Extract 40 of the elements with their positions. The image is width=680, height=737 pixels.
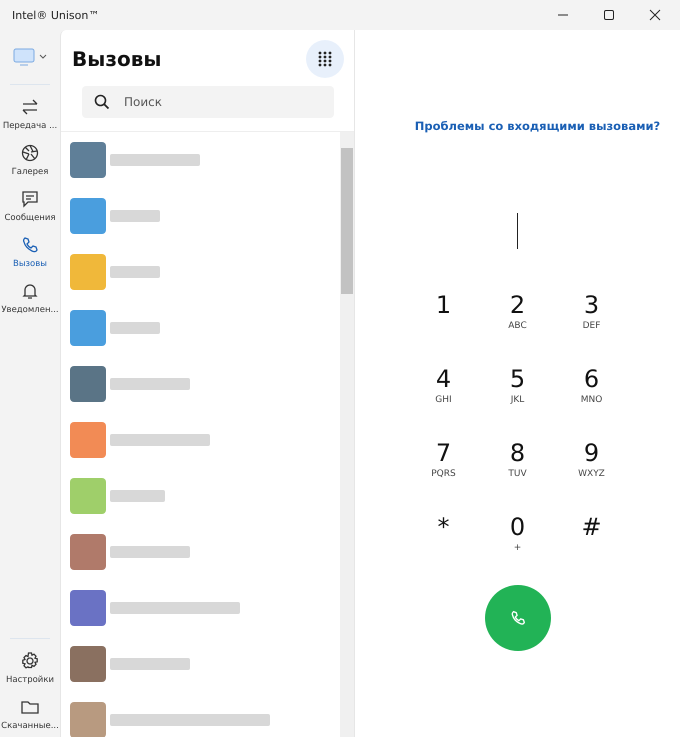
dial-key[interactable]: 3 DEF bbox=[554, 291, 628, 349]
chat-icon[interactable] bbox=[20, 189, 40, 209]
caret-icon[interactable] bbox=[39, 54, 47, 60]
blurred-name bbox=[110, 490, 165, 502]
text-cursor bbox=[517, 213, 518, 249]
phone-icon[interactable] bbox=[20, 235, 40, 255]
dial-key[interactable]: * bbox=[406, 513, 480, 571]
aperture-icon[interactable] bbox=[20, 143, 40, 163]
close-icon[interactable] bbox=[649, 9, 661, 21]
dial-key[interactable]: 6 MNO bbox=[554, 365, 628, 423]
dial-key[interactable]: 0 + bbox=[480, 513, 554, 571]
dial-key[interactable]: 5 JKL bbox=[480, 365, 554, 423]
blurred-name bbox=[110, 210, 160, 222]
dial-key[interactable]: 9 WXYZ bbox=[554, 439, 628, 497]
search-field[interactable]: Поиск bbox=[82, 86, 334, 118]
dialpad-button[interactable] bbox=[306, 40, 344, 78]
nav-item[interactable]: Сообщения bbox=[0, 183, 60, 229]
settings-icon[interactable] bbox=[20, 651, 40, 671]
nav-item[interactable]: Передача ... bbox=[0, 91, 60, 137]
nav-item[interactable]: Вызовы bbox=[0, 229, 60, 275]
dial-key[interactable]: 8 TUV bbox=[480, 439, 554, 497]
nav-item[interactable]: Настройки bbox=[0, 645, 60, 691]
window-title: Intel® Unison™ bbox=[12, 8, 100, 22]
dial-key[interactable]: 7 PQRS bbox=[406, 439, 480, 497]
dial-key[interactable]: 1 bbox=[406, 291, 480, 349]
help-link[interactable]: Проблемы со входящими вызовами? bbox=[414, 119, 660, 133]
nav-item[interactable]: Галерея bbox=[0, 137, 60, 183]
scrollbar[interactable] bbox=[340, 132, 354, 737]
dial-key[interactable]: 2 ABC bbox=[480, 291, 554, 349]
maximize-icon[interactable] bbox=[603, 9, 615, 21]
dialpad-icon bbox=[318, 51, 332, 67]
phone-icon bbox=[508, 609, 526, 627]
nav-item[interactable]: Скачанные... bbox=[0, 691, 60, 737]
dial-key[interactable]: 4 GHI bbox=[406, 365, 480, 423]
dial-key[interactable]: # bbox=[554, 513, 628, 571]
arrows-icon[interactable] bbox=[20, 97, 40, 117]
blurred-name bbox=[110, 322, 160, 334]
nav-item[interactable]: Уведомлен... bbox=[0, 275, 60, 321]
panel-title: Вызовы bbox=[72, 47, 162, 71]
blurred-name bbox=[110, 266, 160, 278]
